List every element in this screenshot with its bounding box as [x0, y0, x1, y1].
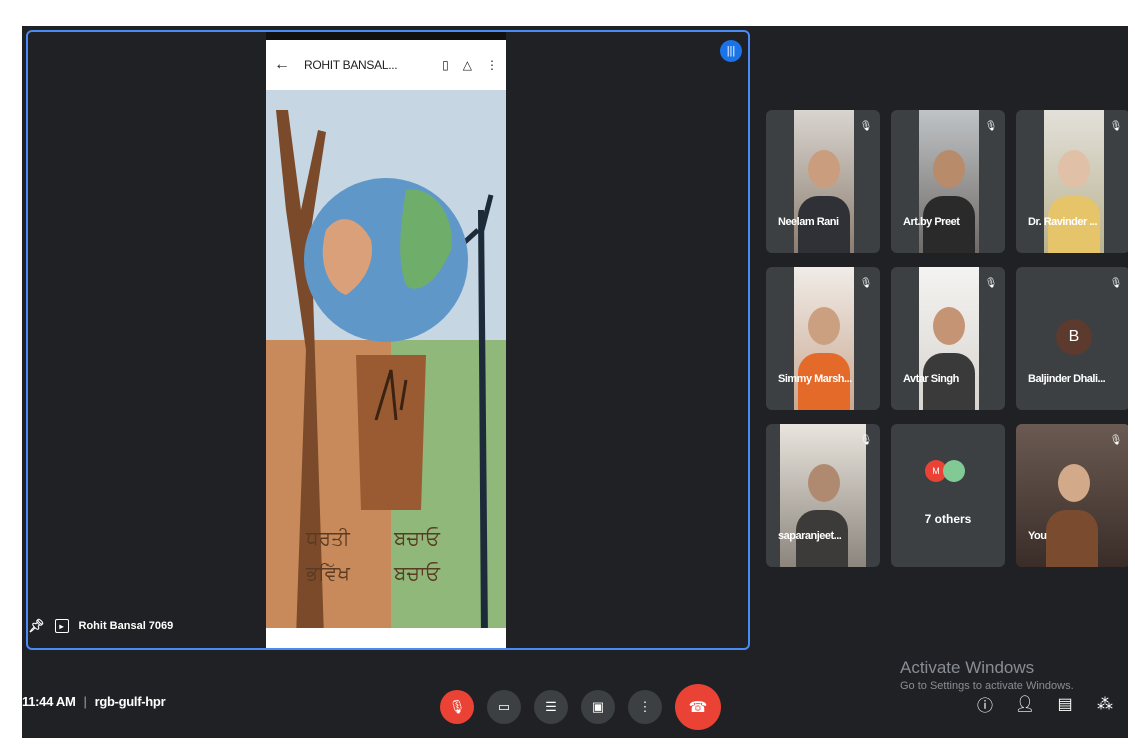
phone-app-bar: ← ROHIT BANSAL... ▯ △ ⋮ — [266, 40, 506, 90]
watermark-title: Activate Windows — [900, 658, 1035, 677]
participant-tile[interactable]: 🎙︎ Dr. Ravinder ... — [1016, 110, 1128, 253]
avatar: B — [1056, 319, 1092, 355]
participant-tile[interactable]: 🎙︎ Simmy Marsh... — [766, 267, 880, 410]
participant-video — [1044, 110, 1104, 253]
hang-up-icon: ☎︎ — [688, 699, 708, 716]
participant-tile[interactable]: 🎙︎ saparanjeet... — [766, 424, 880, 567]
pin-icon[interactable]: 📌︎ — [28, 618, 45, 634]
svg-text:ਬਚਾਓ: ਬਚਾਓ — [393, 526, 441, 550]
activities-icon[interactable]: ⁂ — [1094, 694, 1116, 714]
chat-icon[interactable]: ▤ — [1054, 694, 1076, 714]
bottom-toolbar: 11:44 AM | rgb-gulf-hpr 🎙︎ ▭ ☰ ▣ ⋮ ☎︎ Acti… — [22, 658, 1128, 738]
participant-name: You — [1028, 530, 1047, 542]
mic-toggle-button[interactable]: 🎙︎ — [440, 690, 474, 724]
present-button[interactable]: ▣ — [581, 690, 615, 724]
mic-off-icon: 🎙︎ — [984, 120, 998, 132]
camera-toggle-button[interactable]: ▭ — [487, 690, 521, 724]
participant-tile[interactable]: B 🎙︎ Baljinder Dhali... — [1016, 267, 1128, 410]
more-options-button[interactable]: ⋮ — [628, 690, 662, 724]
meeting-details[interactable]: 11:44 AM | rgb-gulf-hpr — [22, 694, 166, 709]
side-panel-controls: ⓘ 👤︎ ▤ ⁂ — [974, 692, 1128, 716]
phone-title: ROHIT BANSAL... — [304, 58, 398, 72]
participant-tile[interactable]: 🎙︎ Art.by Preet — [891, 110, 1005, 253]
people-icon[interactable]: 👤︎ — [1014, 694, 1036, 714]
participant-name: saparanjeet... — [778, 530, 842, 542]
others-avatars: M — [925, 460, 965, 482]
participant-name: Dr. Ravinder ... — [1028, 216, 1098, 228]
participant-video — [919, 267, 979, 410]
presentation-stage[interactable]: ||| ← ROHIT BANSAL... ▯ △ ⋮ ਧਰਤੀ ਬਚਾਓ ਭਵ… — [26, 30, 750, 650]
svg-text:ਭਵਿੱਖ: ਭਵਿੱਖ — [305, 561, 350, 585]
mic-off-icon: 🎙︎ — [1109, 434, 1123, 446]
avatar — [943, 460, 965, 482]
info-icon[interactable]: ⓘ — [974, 692, 996, 716]
participant-name: Art.by Preet — [903, 216, 960, 228]
document-icon: ▯ — [442, 58, 449, 72]
artwork-image: ਧਰਤੀ ਬਚਾਓ ਭਵਿੱਖ ਬਚਾਓ — [266, 90, 506, 638]
mic-off-icon: 🎙︎ — [1109, 277, 1123, 289]
mic-off-icon: 🎙︎ — [859, 120, 873, 132]
activate-windows-watermark: Activate Windows Go to Settings to activ… — [900, 658, 1074, 692]
presenting-icon: ▸ — [54, 619, 69, 633]
captions-button[interactable]: ☰ — [534, 690, 568, 724]
watermark-subtitle: Go to Settings to activate Windows. — [900, 680, 1074, 692]
participant-video — [794, 267, 854, 410]
presenter-name: Rohit Bansal 7069 — [78, 620, 174, 632]
participant-video — [794, 110, 854, 253]
phone-status-bar — [266, 32, 506, 40]
back-arrow-icon: ← — [274, 56, 290, 73]
leave-call-button[interactable]: ☎︎ — [675, 684, 721, 730]
mic-off-icon: 🎙︎ — [859, 434, 873, 446]
participant-tile[interactable]: 🎙︎ Avtar Singh — [891, 267, 1005, 410]
participant-name: Avtar Singh — [903, 373, 959, 385]
captions-icon: ☰ — [545, 699, 557, 714]
svg-text:ਬਚਾਓ: ਬਚਾਓ — [393, 561, 441, 585]
participant-name: Neelam Rani — [778, 216, 839, 228]
meeting-time: 11:44 AM — [22, 694, 76, 709]
meeting-code: rgb-gulf-hpr — [94, 694, 166, 709]
mic-off-icon: 🎙︎ — [859, 277, 873, 289]
present-icon: ▣ — [591, 699, 605, 714]
drive-icon: △ — [462, 58, 472, 72]
call-controls: 🎙︎ ▭ ☰ ▣ ⋮ ☎︎ — [440, 684, 734, 730]
shared-screen: ← ROHIT BANSAL... ▯ △ ⋮ ਧਰਤੀ ਬਚਾਓ ਭਵਿੱਖ … — [266, 32, 506, 648]
self-tile[interactable]: 🎙︎ You — [1016, 424, 1128, 567]
meet-window: ||| ← ROHIT BANSAL... ▯ △ ⋮ ਧਰਤੀ ਬਚਾਓ ਭਵ… — [22, 26, 1128, 738]
participant-name: Baljinder Dhali... — [1028, 373, 1106, 385]
mic-off-icon: 🎙︎ — [984, 277, 998, 289]
more-vertical-icon: ⋮ — [486, 58, 498, 72]
others-count: 7 others — [924, 512, 972, 526]
camera-icon: ▭ — [497, 699, 511, 714]
svg-text:ਧਰਤੀ: ਧਰਤੀ — [305, 526, 351, 550]
mic-off-icon: 🎙︎ — [448, 699, 466, 714]
participant-video — [919, 110, 979, 253]
others-tile[interactable]: M 7 others — [891, 424, 1005, 567]
participant-name: Simmy Marsh... — [778, 373, 852, 385]
participant-grid: 🎙︎ Neelam Rani 🎙︎ Art.by Preet 🎙︎ Dr. Ra… — [766, 110, 1128, 570]
participant-tile[interactable]: 🎙︎ Neelam Rani — [766, 110, 880, 253]
more-vertical-icon: ⋮ — [638, 699, 652, 714]
participant-video — [780, 424, 866, 567]
presenter-label: 📌︎ ▸ Rohit Bansal 7069 — [28, 618, 173, 634]
voice-activity-icon: ||| — [720, 40, 742, 62]
mic-off-icon: 🎙︎ — [1109, 120, 1123, 132]
